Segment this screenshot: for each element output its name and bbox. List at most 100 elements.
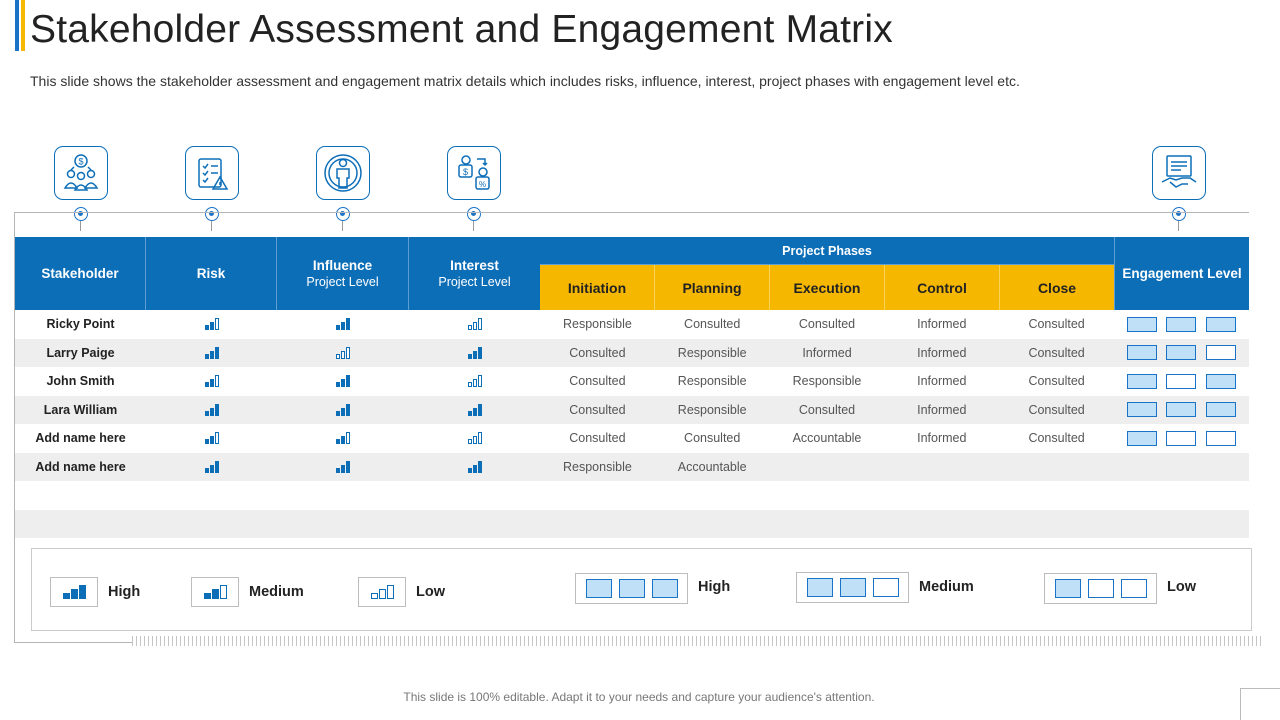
risk-cell (146, 339, 277, 368)
phase-cell: Consulted (1028, 345, 1085, 360)
stakeholder-name: Ricky Point (46, 317, 115, 332)
header-project-phases: Project Phases Initiation Planning Executi… (540, 237, 1114, 310)
risk-cell (146, 453, 277, 482)
level-high-bars-icon (62, 585, 86, 599)
frame-top-line (14, 212, 1249, 213)
footer-note: This slide is 100% editable. Adapt it to… (403, 690, 875, 704)
phase-cell (770, 453, 885, 482)
phase-cell: Responsible (677, 345, 747, 360)
phase-cell (884, 453, 999, 482)
phase-cell (999, 453, 1114, 482)
phase-header-initiation: Initiation (540, 265, 655, 310)
engagement-box (1126, 345, 1157, 361)
frame-bottom-line (14, 642, 132, 643)
engagement-box (1206, 430, 1237, 446)
header-influence: Influence Project Level (277, 237, 409, 310)
legend-bars-high: High (50, 577, 140, 607)
legend-bars-high-icon (50, 577, 98, 607)
header-risk: Risk (146, 237, 277, 310)
phase-cell: Responsible (563, 459, 632, 474)
engagement-cell (1114, 367, 1249, 396)
empty-row (15, 481, 1249, 510)
phase-cell: Responsible (677, 402, 747, 417)
risk-cell (146, 367, 277, 396)
phase-cell: Accountable (677, 459, 747, 474)
risk-cell (146, 424, 277, 453)
svg-text:%: % (479, 180, 486, 189)
stakeholder-name: Larry Paige (46, 345, 115, 360)
project-phases-title: Project Phases (540, 237, 1114, 265)
table-body: Ricky Point Responsible Consulted Consulted… (15, 310, 1249, 538)
table-header: Stakeholder Risk Influence Project Level … (15, 237, 1249, 310)
legend-engagement-low: Low (1044, 573, 1196, 604)
table-row: Add name here Responsible Accountable (15, 452, 1249, 482)
connector-dot (205, 207, 219, 221)
connector-arrow (342, 221, 343, 231)
connector-arrow (1178, 221, 1179, 231)
engagement-box (1206, 345, 1237, 361)
level-medium-bars-icon (204, 375, 219, 388)
level-high-bars-icon (467, 460, 482, 473)
interest-cell (409, 396, 540, 425)
phase-header-control: Control (885, 265, 1000, 310)
phase-cell: Responsible (563, 317, 632, 332)
phase-header-planning: Planning (655, 265, 770, 310)
engagement-box (1126, 430, 1157, 446)
level-low-bars-icon (336, 346, 350, 359)
level-high-bars-icon (467, 403, 482, 416)
legend-bars-medium-icon (191, 577, 239, 607)
level-high-bars-icon (204, 346, 219, 359)
level-medium-bars-icon (204, 318, 219, 331)
phase-cell: Informed (917, 431, 967, 446)
engagement-box (1126, 316, 1157, 332)
hatch-divider (132, 636, 1262, 646)
phase-cell: Consulted (569, 345, 626, 360)
header-stakeholder: Stakeholder (15, 237, 146, 310)
legend-bars-low: Low (358, 577, 445, 607)
connector-arrow (473, 221, 474, 231)
phase-cell: Consulted (684, 317, 741, 332)
stakeholder-group-icon: $ (54, 146, 108, 200)
engagement-handshake-icon (1152, 146, 1206, 200)
header-interest: Interest Project Level (409, 237, 540, 310)
level-low-bars-icon (467, 318, 482, 331)
risk-cell (146, 396, 277, 425)
table-row: Add name here Consulted Consulted Accountab… (15, 424, 1249, 453)
risk-checklist-icon (185, 146, 239, 200)
influence-cell (277, 310, 409, 339)
connector-dot (467, 207, 481, 221)
phase-cell: Consulted (569, 374, 626, 389)
level-high-bars-icon (336, 375, 350, 388)
interest-cell (409, 453, 540, 482)
phase-cell: Consulted (684, 431, 741, 446)
table-row: Ricky Point Responsible Consulted Consulted… (15, 310, 1249, 339)
influence-cell (277, 339, 409, 368)
phase-cell: Informed (917, 374, 967, 389)
engagement-cell (1114, 396, 1249, 425)
phase-cell: Informed (802, 345, 852, 360)
phase-cell: Informed (917, 402, 967, 417)
interest-exchange-icon: $ % (447, 146, 501, 200)
stakeholder-name: John Smith (46, 374, 115, 389)
engagement-cell (1114, 310, 1249, 339)
level-high-bars-icon (336, 460, 350, 473)
interest-cell (409, 339, 540, 368)
engagement-box (1206, 402, 1237, 418)
engagement-box (1126, 402, 1157, 418)
level-low-bars-icon (467, 432, 482, 445)
level-high-bars-icon (467, 346, 482, 359)
legend-engagement-medium: Medium (796, 572, 974, 603)
accent-bar-yellow (21, 0, 25, 51)
phase-cell: Informed (917, 345, 967, 360)
phase-header-close: Close (1000, 265, 1114, 310)
level-low-bars-icon (467, 375, 482, 388)
stakeholder-name: Add name here (35, 459, 126, 474)
table-row: Lara William Consulted Responsible Consulte… (15, 395, 1249, 425)
engagement-box (1166, 316, 1197, 332)
phase-cell: Consulted (798, 402, 856, 417)
connector-arrow (80, 221, 81, 231)
connector-dot (336, 207, 350, 221)
connector-arrow (211, 221, 212, 231)
engagement-cell (1114, 424, 1249, 453)
influence-cell (277, 453, 409, 482)
